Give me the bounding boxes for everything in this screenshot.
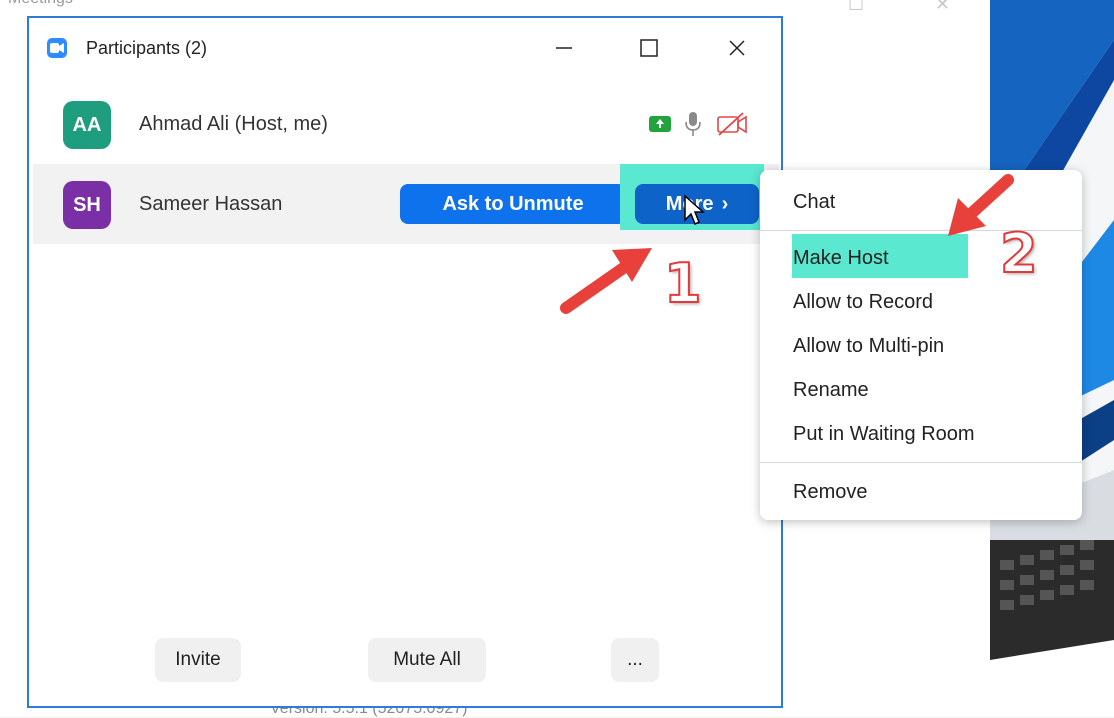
close-icon[interactable]: [715, 30, 759, 66]
window-title: Participants (2): [86, 38, 208, 58]
participant-name: Sameer Hassan: [139, 193, 283, 215]
menu-item-chat[interactable]: Chat: [793, 182, 835, 222]
avatar: SH: [63, 181, 111, 229]
menu-item-allow-to-record[interactable]: Allow to Record: [793, 282, 933, 322]
participant-row-sameer[interactable]: SH Sameer Hassan Ask to Unmute More ›: [33, 164, 779, 244]
zoom-app-icon: [47, 38, 67, 58]
microphone-icon: [685, 111, 701, 142]
participant-name: Ahmad Ali (Host, me): [139, 113, 328, 135]
menu-item-rename[interactable]: Rename: [793, 370, 869, 410]
menu-item-make-host[interactable]: Make Host: [793, 238, 889, 278]
annotation-number-2: 2: [999, 221, 1039, 286]
invite-button[interactable]: Invite: [155, 638, 241, 682]
participants-window: Participants (2) AA Ahmad Ali (Host, me): [27, 16, 783, 708]
ask-to-unmute-button[interactable]: Ask to Unmute: [400, 184, 626, 224]
avatar: AA: [63, 101, 111, 149]
mouse-cursor-icon: [683, 194, 705, 231]
background-window-title: Meetings: [8, 0, 73, 8]
video-off-icon: [715, 111, 749, 142]
menu-item-remove[interactable]: Remove: [793, 472, 867, 512]
background-close-icon[interactable]: ✕: [935, 0, 950, 15]
participant-row-ahmad[interactable]: AA Ahmad Ali (Host, me): [33, 84, 779, 164]
more-options-button[interactable]: ...: [611, 638, 659, 682]
title-bar: Participants (2): [29, 18, 781, 78]
background-maximize-icon[interactable]: ☐: [848, 0, 864, 15]
minimize-icon[interactable]: [542, 30, 586, 66]
menu-item-allow-to-multi-pin[interactable]: Allow to Multi-pin: [793, 326, 944, 366]
menu-separator: [760, 462, 1082, 463]
chevron-right-icon: ›: [721, 192, 729, 215]
share-screen-icon: [649, 115, 671, 138]
participant-status-icons: [649, 111, 749, 142]
mute-all-button[interactable]: Mute All: [368, 638, 486, 682]
menu-item-put-in-waiting-room[interactable]: Put in Waiting Room: [793, 414, 975, 454]
maximize-icon[interactable]: [627, 30, 671, 66]
annotation-number-1: 1: [663, 251, 703, 316]
